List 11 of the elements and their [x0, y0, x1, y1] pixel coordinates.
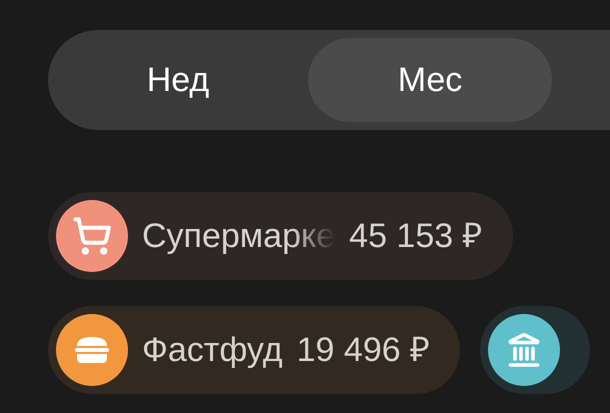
burger-icon: [73, 335, 111, 365]
period-tab[interactable]: Мес: [308, 38, 552, 122]
cart-icon: [72, 216, 112, 256]
period-tab[interactable]: Нед: [56, 38, 300, 122]
category-name: Супермарке: [142, 216, 336, 256]
category-amount: 45 153 ₽: [349, 216, 483, 256]
category-chip[interactable]: Супермарке 45 153 ₽: [48, 192, 513, 280]
category-amount: 19 496 ₽: [296, 330, 430, 370]
category-name: Фастфуд: [142, 330, 283, 370]
bank-icon: [506, 332, 542, 368]
category-chip[interactable]: Фастфуд 19 496 ₽: [48, 306, 460, 394]
